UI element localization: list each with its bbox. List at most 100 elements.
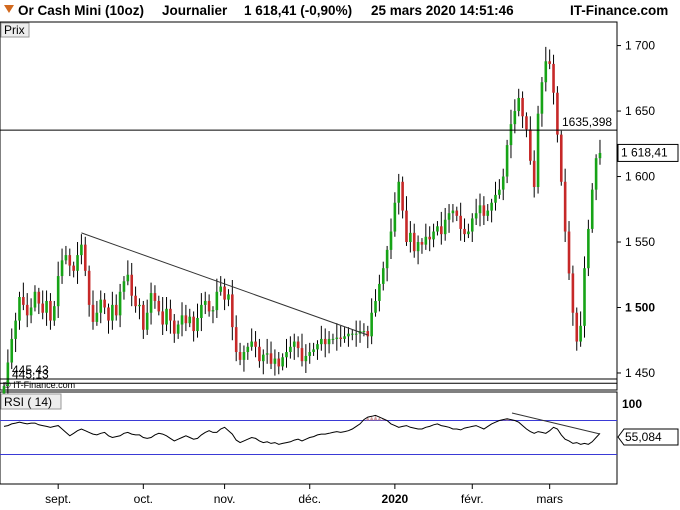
candle-body [91, 304, 95, 322]
candle-body [22, 297, 25, 305]
candle-body [339, 337, 342, 339]
candle-body [432, 231, 435, 240]
candle-body [76, 255, 79, 271]
candle-body [45, 300, 48, 313]
candle-body [583, 268, 586, 326]
candle-body [320, 338, 323, 345]
candle-body [223, 286, 226, 300]
candle-body [385, 249, 389, 269]
candle-body [447, 213, 451, 220]
candle-body [300, 348, 304, 362]
candle-body [354, 333, 358, 335]
candle-body [269, 353, 273, 364]
candle-body [176, 324, 180, 334]
candle-body [486, 210, 490, 216]
candle-body [420, 242, 424, 245]
candle-body [397, 181, 401, 203]
candle-body [470, 218, 474, 232]
candle-body [440, 226, 443, 235]
candle-body [579, 325, 582, 342]
candle-body [281, 357, 284, 367]
candle-body [49, 300, 52, 321]
rsi-trendline [511, 412, 601, 435]
candle-body [436, 226, 439, 232]
support-label-2: 445,13 [12, 367, 49, 381]
candle-body [172, 320, 176, 334]
time-tick-label: nov. [214, 492, 236, 506]
candle-body [335, 337, 339, 339]
candle-body [142, 304, 145, 330]
candle-body [374, 300, 377, 313]
candle-body [6, 362, 10, 387]
candle-body [351, 333, 354, 335]
candle-body [544, 61, 548, 83]
candle-body [289, 346, 292, 353]
candle-body [200, 304, 203, 318]
candle-body [451, 210, 455, 214]
candlestick-series [2, 46, 602, 404]
candle-body [304, 355, 308, 362]
candle-body [443, 219, 447, 235]
candle-body [455, 210, 459, 216]
candle-body [416, 242, 420, 252]
candle-body [362, 331, 366, 333]
rsi-tick-100: 100 [622, 397, 642, 411]
candle-body [72, 265, 75, 271]
candle-body [532, 160, 536, 188]
candle-body [587, 228, 590, 269]
candle-body [265, 353, 269, 355]
candle-body [130, 274, 134, 296]
candle-body [405, 210, 408, 243]
candle-body [180, 315, 184, 325]
candle-body [277, 358, 281, 367]
candle-body [428, 236, 431, 240]
candle-body [308, 352, 312, 356]
candle-body [370, 312, 373, 337]
candle-body [41, 303, 44, 313]
candle-body [149, 293, 153, 313]
candle-body [161, 311, 164, 325]
time-tick-label: mars [536, 492, 563, 506]
candle-body [552, 63, 555, 93]
candle-body [509, 124, 513, 146]
candle-body [242, 352, 246, 360]
candle-body [498, 189, 501, 195]
candle-body [122, 281, 126, 292]
candle-body [33, 291, 37, 308]
chart-window: Or Cash Mini (10oz) Journalier 1 618,41 … [0, 0, 680, 510]
candle-body [215, 291, 219, 311]
candle-body [138, 304, 141, 307]
price-tick-label: 1 450 [625, 366, 655, 380]
candle-body [227, 294, 230, 300]
price-tick-label: 1 700 [625, 39, 655, 53]
price-tick-label: 1 650 [625, 104, 655, 118]
candle-body [258, 346, 261, 362]
candle-body [366, 331, 370, 337]
candle-body [192, 316, 195, 332]
rsi-value-label: 55,084 [625, 430, 662, 444]
candle-body [29, 307, 33, 316]
candle-body [540, 82, 544, 114]
candle-body [196, 317, 199, 332]
candle-body [505, 145, 509, 177]
time-tick-label: 2020 [382, 492, 409, 506]
candle-body [14, 320, 17, 339]
time-tick-label: sept. [45, 492, 71, 506]
candle-body [548, 61, 551, 64]
candle-body [18, 297, 21, 321]
candle-body [482, 205, 486, 216]
candle-body [459, 215, 462, 229]
price-panel-frame [0, 21, 618, 391]
candle-body [111, 304, 114, 321]
candle-body [494, 194, 497, 203]
price-tick-label: 1 550 [625, 235, 655, 249]
candle-body [261, 354, 265, 362]
candle-body [53, 306, 56, 321]
candle-body [389, 231, 393, 250]
candle-body [118, 291, 122, 316]
candle-body [409, 232, 412, 243]
candle-body [184, 315, 188, 324]
candle-body [292, 341, 296, 347]
candle-body [250, 341, 253, 347]
candle-body [323, 338, 327, 345]
